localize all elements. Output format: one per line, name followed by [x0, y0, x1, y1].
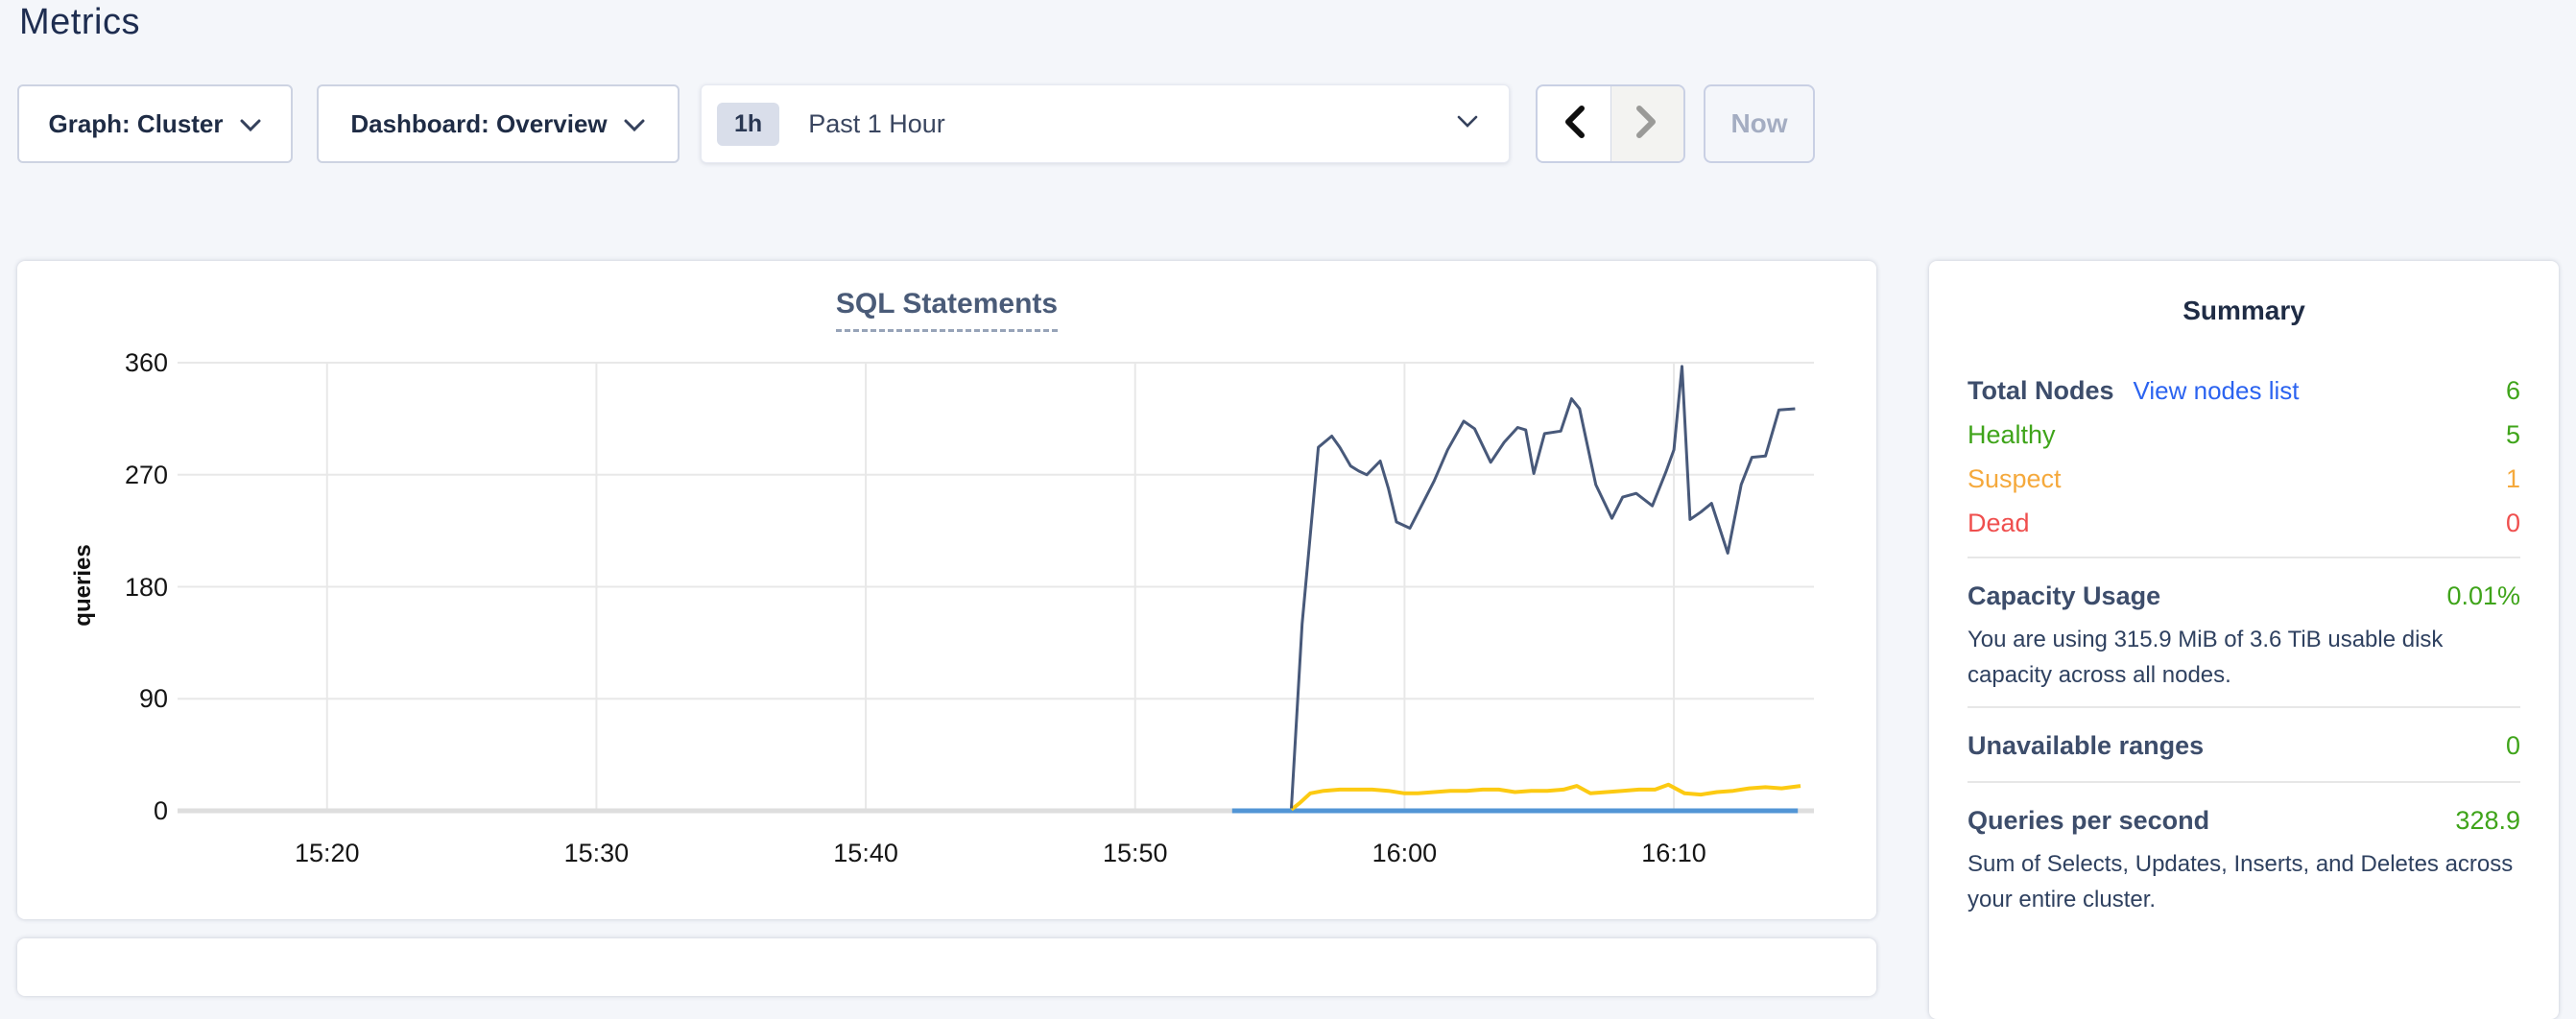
series-low-yellow	[1292, 785, 1801, 810]
capacity-usage-row: Capacity Usage 0.01%	[1968, 574, 2520, 618]
total-nodes-label: Total Nodes	[1968, 376, 2114, 406]
chart-title[interactable]: SQL Statements	[836, 288, 1058, 332]
node-status-rows: Total Nodes View nodes list 6 Healthy 5 …	[1968, 368, 2520, 545]
capacity-usage-value: 0.01%	[2446, 581, 2520, 611]
chevron-right-icon	[1634, 105, 1659, 144]
unavailable-ranges-row: Unavailable ranges 0	[1968, 723, 2520, 768]
y-tick-label: 90	[24, 683, 168, 714]
time-range-label: Past 1 Hour	[808, 109, 1457, 139]
divider	[1968, 557, 2520, 558]
time-step-buttons	[1536, 84, 1685, 163]
y-tick-label: 270	[24, 460, 168, 490]
capacity-usage-description: You are using 315.9 MiB of 3.6 TiB usabl…	[1968, 622, 2520, 693]
suspect-nodes-row: Suspect 1	[1968, 457, 2520, 501]
queries-per-second-description: Sum of Selects, Updates, Inserts, and De…	[1968, 846, 2520, 917]
chevron-down-icon	[623, 109, 646, 139]
time-range-badge: 1h	[717, 103, 779, 146]
dead-nodes-row: Dead 0	[1968, 501, 2520, 545]
x-tick-label: 15:20	[260, 839, 394, 868]
previous-time-button[interactable]	[1538, 86, 1610, 161]
dashboard-dropdown[interactable]: Dashboard: Overview	[317, 84, 680, 163]
page-title: Metrics	[19, 2, 140, 43]
sql-statements-chart-card: SQL Statements queries 09018027036015:20…	[17, 261, 1876, 919]
summary-panel: Summary Total Nodes View nodes list 6 He…	[1929, 261, 2559, 1019]
dashboard-dropdown-label: Dashboard: Overview	[350, 109, 607, 139]
y-tick-label: 360	[24, 347, 168, 378]
now-button[interactable]: Now	[1704, 84, 1815, 163]
queries-per-second-row: Queries per second 328.9	[1968, 798, 2520, 842]
queries-per-second-label: Queries per second	[1968, 806, 2209, 836]
summary-title: Summary	[1968, 296, 2520, 326]
chevron-down-icon	[1457, 115, 1478, 133]
x-tick-label: 15:40	[799, 839, 933, 868]
healthy-value: 5	[2506, 420, 2520, 450]
x-tick-label: 15:30	[529, 839, 663, 868]
sql-statements-plot[interactable]	[178, 345, 1814, 825]
y-tick-label: 180	[24, 572, 168, 603]
graph-dropdown[interactable]: Graph: Cluster	[17, 84, 293, 163]
view-nodes-list-link[interactable]: View nodes list	[2134, 376, 2300, 406]
dead-label: Dead	[1968, 509, 2030, 538]
chevron-left-icon	[1562, 105, 1586, 144]
x-tick-label: 15:50	[1068, 839, 1203, 868]
total-nodes-row: Total Nodes View nodes list 6	[1968, 368, 2520, 413]
capacity-usage-label: Capacity Usage	[1968, 581, 2160, 611]
unavailable-ranges-label: Unavailable ranges	[1968, 731, 2204, 761]
x-tick-label: 16:00	[1337, 839, 1471, 868]
suspect-label: Suspect	[1968, 464, 2062, 494]
metrics-page: { "page": { "title": "Metrics" }, "toolb…	[0, 0, 2576, 950]
chart-title-wrap: SQL Statements	[17, 288, 1876, 332]
queries-per-second-value: 328.9	[2455, 806, 2520, 836]
chevron-down-icon	[239, 109, 262, 139]
next-chart-card	[17, 938, 1876, 996]
time-range-selector[interactable]: 1h Past 1 Hour	[701, 84, 1510, 163]
divider	[1968, 781, 2520, 783]
graph-dropdown-label: Graph: Cluster	[48, 109, 223, 139]
healthy-label: Healthy	[1968, 420, 2056, 450]
total-nodes-value: 6	[2506, 376, 2520, 406]
healthy-nodes-row: Healthy 5	[1968, 413, 2520, 457]
y-tick-label: 0	[24, 795, 168, 826]
next-time-button[interactable]	[1610, 86, 1684, 161]
unavailable-ranges-value: 0	[2506, 731, 2520, 761]
suspect-value: 1	[2506, 464, 2520, 494]
dead-value: 0	[2506, 509, 2520, 538]
divider	[1968, 706, 2520, 708]
x-tick-label: 16:10	[1607, 839, 1741, 868]
